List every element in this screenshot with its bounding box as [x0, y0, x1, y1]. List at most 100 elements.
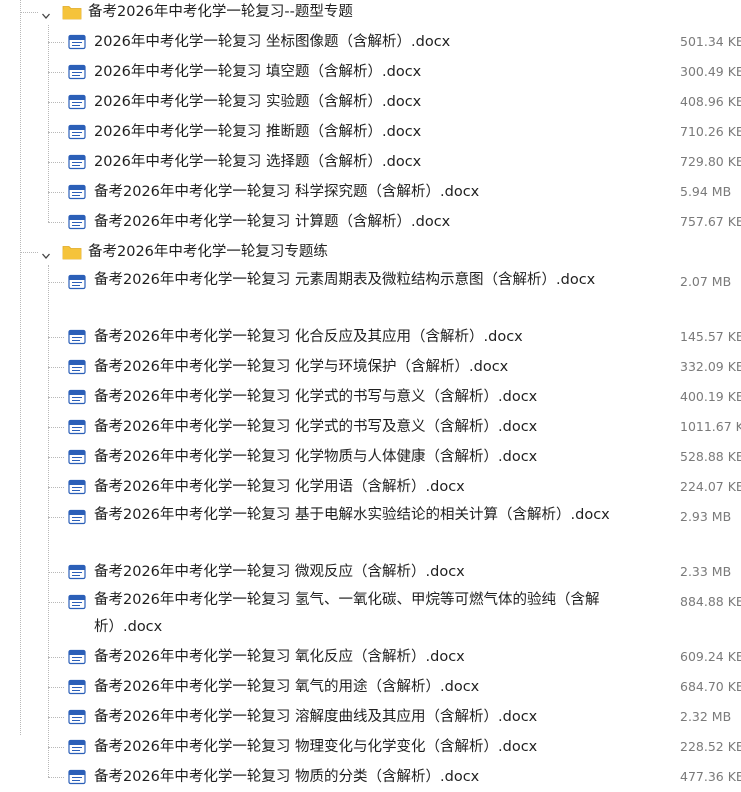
- file-row[interactable]: 备考2026年中考化学一轮复习 化学物质与人体健康（含解析）.docx 528.8…: [0, 442, 741, 472]
- tree-branch-line: [48, 162, 64, 163]
- word-doc-icon: [67, 564, 87, 580]
- file-row[interactable]: 2026年中考化学一轮复习 选择题（含解析）.docx 729.80 KB: [0, 147, 741, 177]
- word-doc-icon: [67, 274, 87, 290]
- word-doc-icon: [67, 359, 87, 375]
- word-doc-icon: [67, 329, 87, 345]
- tree-branch-line: [48, 367, 64, 368]
- word-doc-icon: [67, 34, 87, 50]
- file-row[interactable]: 备考2026年中考化学一轮复习 氧化反应（含解析）.docx 609.24 KB: [0, 642, 741, 672]
- file-size: 501.34 KB: [680, 34, 741, 49]
- file-row[interactable]: 备考2026年中考化学一轮复习 计算题（含解析）.docx 757.67 KB: [0, 207, 741, 237]
- word-doc-icon: [67, 769, 87, 785]
- file-row[interactable]: 备考2026年中考化学一轮复习 化学式的书写及意义（含解析）.docx 1011.…: [0, 412, 741, 442]
- tree-branch-line: [48, 777, 64, 778]
- file-row[interactable]: 备考2026年中考化学一轮复习 化学式的书写与意义（含解析）.docx 400.1…: [0, 382, 741, 412]
- file-name: 备考2026年中考化学一轮复习 科学探究题（含解析）.docx: [94, 184, 480, 200]
- tree-branch-line: [48, 747, 64, 748]
- folder-name: 备考2026年中考化学一轮复习--题型专题: [88, 4, 353, 20]
- file-row[interactable]: 2026年中考化学一轮复习 坐标图像题（含解析）.docx 501.34 KB: [0, 27, 741, 57]
- file-row[interactable]: 备考2026年中考化学一轮复习 化学与环境保护（含解析）.docx 332.09 …: [0, 352, 741, 382]
- file-size: 332.09 KB: [680, 359, 741, 374]
- file-row[interactable]: 备考2026年中考化学一轮复习 物理变化与化学变化（含解析）.docx 228.5…: [0, 732, 741, 762]
- file-size: 729.80 KB: [680, 154, 741, 169]
- file-row[interactable]: 2026年中考化学一轮复习 推断题（含解析）.docx 710.26 KB: [0, 117, 741, 147]
- file-size: 2.93 MB: [680, 509, 732, 524]
- file-size: 400.19 KB: [680, 389, 741, 404]
- file-size: 300.49 KB: [680, 64, 741, 79]
- folder-icon: [62, 244, 82, 260]
- file-row[interactable]: 备考2026年中考化学一轮复习 溶解度曲线及其应用（含解析）.docx 2.32 …: [0, 702, 741, 732]
- word-doc-icon: [67, 214, 87, 230]
- file-name: 备考2026年中考化学一轮复习 氧化反应（含解析）.docx: [94, 649, 465, 665]
- file-name: 2026年中考化学一轮复习 坐标图像题（含解析）.docx: [94, 34, 451, 50]
- file-name: 备考2026年中考化学一轮复习 微观反应（含解析）.docx: [94, 564, 465, 580]
- file-name: 2026年中考化学一轮复习 推断题（含解析）.docx: [94, 124, 422, 140]
- file-row[interactable]: 备考2026年中考化学一轮复习 微观反应（含解析）.docx 2.33 MB: [0, 557, 741, 587]
- chevron-down-icon[interactable]: [40, 7, 52, 19]
- file-row[interactable]: 备考2026年中考化学一轮复习 化合反应及其应用（含解析）.docx 145.57…: [0, 322, 741, 352]
- tree-branch-line: [20, 252, 38, 253]
- file-size: 2.07 MB: [680, 274, 732, 289]
- file-size: 2.32 MB: [680, 709, 732, 724]
- chevron-down-icon[interactable]: [40, 247, 52, 259]
- tree-guide-line: [48, 25, 49, 222]
- file-name: 备考2026年中考化学一轮复习 物质的分类（含解析）.docx: [94, 769, 480, 785]
- tree-guide-line: [48, 265, 49, 777]
- tree-branch-line: [48, 457, 64, 458]
- tree-branch-line: [48, 602, 64, 603]
- file-row[interactable]: 备考2026年中考化学一轮复习 元素周期表及微粒结构示意图（含解析）.docx 2…: [0, 267, 741, 322]
- file-size: 710.26 KB: [680, 124, 741, 139]
- tree-branch-line: [48, 427, 64, 428]
- file-size: 5.94 MB: [680, 184, 732, 199]
- file-name: 备考2026年中考化学一轮复习 计算题（含解析）.docx: [94, 214, 451, 230]
- file-name: 备考2026年中考化学一轮复习 化学用语（含解析）.docx: [94, 479, 465, 495]
- file-name: 备考2026年中考化学一轮复习 溶解度曲线及其应用（含解析）.docx: [94, 709, 538, 725]
- word-doc-icon: [67, 649, 87, 665]
- word-doc-icon: [67, 739, 87, 755]
- file-name: 备考2026年中考化学一轮复习 化学式的书写与意义（含解析）.docx: [94, 389, 538, 405]
- tree-branch-line: [48, 687, 64, 688]
- tree-branch-line: [20, 12, 38, 13]
- file-name: 2026年中考化学一轮复习 填空题（含解析）.docx: [94, 64, 422, 80]
- file-row[interactable]: 备考2026年中考化学一轮复习 基于电解水实验结论的相关计算（含解析）.docx…: [0, 502, 741, 557]
- tree-branch-line: [48, 397, 64, 398]
- word-doc-icon: [67, 94, 87, 110]
- file-size: 884.88 KB: [680, 594, 741, 609]
- file-name: 备考2026年中考化学一轮复习 化合反应及其应用（含解析）.docx: [94, 329, 523, 345]
- file-row[interactable]: 备考2026年中考化学一轮复习 化学用语（含解析）.docx 224.07 KB: [0, 472, 741, 502]
- folder-icon: [62, 4, 82, 20]
- tree-branch-line: [48, 72, 64, 73]
- file-row[interactable]: 2026年中考化学一轮复习 填空题（含解析）.docx 300.49 KB: [0, 57, 741, 87]
- file-row[interactable]: 备考2026年中考化学一轮复习 物质的分类（含解析）.docx 477.36 KB: [0, 762, 741, 792]
- file-size: 228.52 KB: [680, 739, 741, 754]
- tree-branch-line: [48, 487, 64, 488]
- file-row[interactable]: 备考2026年中考化学一轮复习 科学探究题（含解析）.docx 5.94 MB: [0, 177, 741, 207]
- tree-branch-line: [48, 192, 64, 193]
- tree-branch-line: [48, 42, 64, 43]
- file-name: 2026年中考化学一轮复习 实验题（含解析）.docx: [94, 94, 422, 110]
- word-doc-icon: [67, 679, 87, 695]
- word-doc-icon: [67, 419, 87, 435]
- file-row[interactable]: 备考2026年中考化学一轮复习 氧气的用途（含解析）.docx 684.70 KB: [0, 672, 741, 702]
- file-size: 2.33 MB: [680, 564, 732, 579]
- word-doc-icon: [67, 709, 87, 725]
- tree-branch-line: [48, 282, 64, 283]
- word-doc-icon: [67, 184, 87, 200]
- tree-branch-line: [48, 572, 64, 573]
- word-doc-icon: [67, 479, 87, 495]
- file-tree: 备考2026年中考化学一轮复习--题型专题 2026年中考化学一轮复习 坐标图像题…: [0, 0, 741, 785]
- file-name: 备考2026年中考化学一轮复习 物理变化与化学变化（含解析）.docx: [94, 739, 538, 755]
- file-size: 528.88 KB: [680, 449, 741, 464]
- file-size: 1011.67 KB: [680, 419, 741, 434]
- tree-branch-line: [48, 517, 64, 518]
- file-row[interactable]: 2026年中考化学一轮复习 实验题（含解析）.docx 408.96 KB: [0, 87, 741, 117]
- word-doc-icon: [67, 64, 87, 80]
- file-name: 备考2026年中考化学一轮复习 氢气、一氧化碳、甲烷等可燃气体的验纯（含解析）.…: [94, 592, 600, 635]
- folder-row[interactable]: 备考2026年中考化学一轮复习专题练: [0, 237, 741, 267]
- file-row[interactable]: 备考2026年中考化学一轮复习 氢气、一氧化碳、甲烷等可燃气体的验纯（含解析）.…: [0, 587, 741, 642]
- file-name: 备考2026年中考化学一轮复习 元素周期表及微粒结构示意图（含解析）.docx: [94, 272, 596, 288]
- word-doc-icon: [67, 594, 87, 610]
- folder-row[interactable]: 备考2026年中考化学一轮复习--题型专题: [0, 0, 741, 27]
- folder-name: 备考2026年中考化学一轮复习专题练: [88, 244, 328, 260]
- tree-branch-line: [48, 132, 64, 133]
